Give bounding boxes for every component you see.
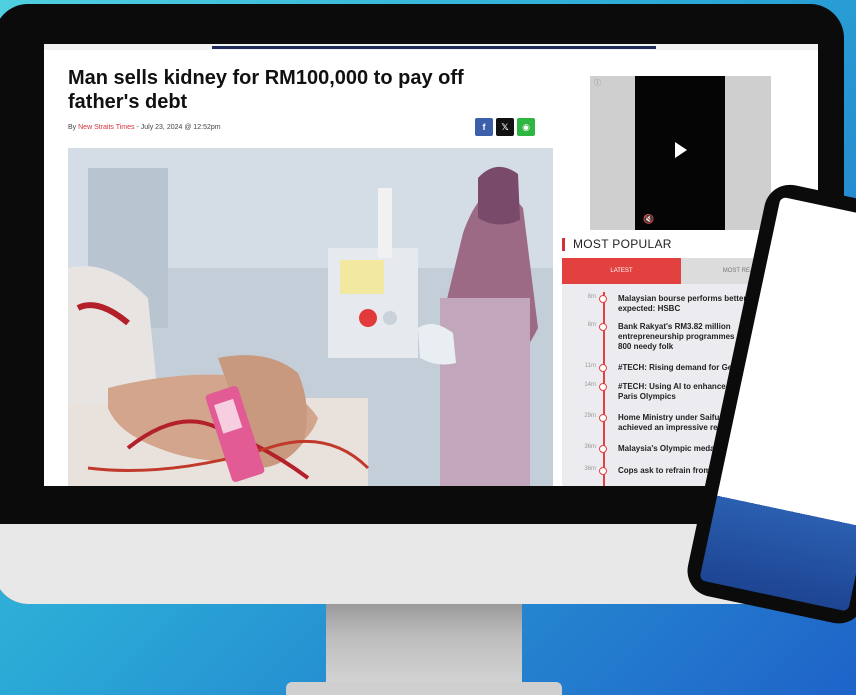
mute-icon[interactable]: 🔇 <box>643 214 654 225</box>
article-byline: By New Straits Times - July 23, 2024 @ 1… <box>68 124 221 131</box>
ad-info-icon[interactable]: ⓘ <box>594 78 601 88</box>
most-popular-heading: MOST POPULAR <box>562 238 672 251</box>
timeline-dot-icon <box>599 414 607 422</box>
author-link[interactable]: New Straits Times <box>78 124 134 131</box>
byline-prefix: By <box>68 124 79 131</box>
x-share-button[interactable]: 𝕏 <box>496 118 514 136</box>
facebook-icon: f <box>482 122 486 132</box>
nav-underline <box>212 46 656 49</box>
monitor-stand-neck <box>326 604 522 686</box>
timeline-dot-icon <box>599 467 607 475</box>
x-icon: 𝕏 <box>501 121 509 132</box>
item-time: 11m <box>584 363 596 369</box>
whatsapp-icon: ◉ <box>522 121 530 132</box>
item-time: 14m <box>584 382 596 388</box>
item-time: 29m <box>584 413 596 419</box>
tab-latest[interactable]: LATEST <box>562 258 681 284</box>
timeline-dot-icon <box>599 323 607 331</box>
dialysis-photo-illustration <box>68 148 553 486</box>
timeline-dot-icon <box>599 364 607 372</box>
video-frame: 🔇 <box>635 76 725 230</box>
video-ad-player[interactable]: ⓘ 🔇 <box>590 76 771 230</box>
timeline-dot-icon <box>599 383 607 391</box>
facebook-share-button[interactable]: f <box>475 118 493 136</box>
article-date: - July 23, 2024 @ 12:52pm <box>134 124 221 131</box>
timeline-dot-icon <box>599 295 607 303</box>
item-time: 8m <box>587 294 596 300</box>
article-photo[interactable] <box>68 148 553 486</box>
item-time: 8m <box>587 322 596 328</box>
whatsapp-share-button[interactable]: ◉ <box>517 118 535 136</box>
monitor-stand-base <box>286 682 562 695</box>
play-icon[interactable] <box>675 142 687 158</box>
article-headline: Man sells kidney for RM100,000 to pay of… <box>68 67 464 113</box>
timeline-dot-icon <box>599 445 607 453</box>
item-time: 36m <box>584 444 596 450</box>
item-time: 36m <box>584 466 596 472</box>
browser-screen: Man sells kidney for RM100,000 to pay of… <box>44 44 818 486</box>
